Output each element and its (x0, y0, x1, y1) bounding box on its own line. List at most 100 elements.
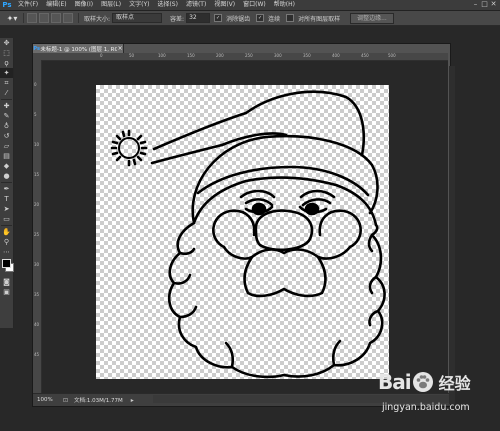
dodge-tool-icon[interactable]: ● (0, 171, 13, 181)
pompom-icon (110, 129, 148, 167)
clone-stamp-tool-icon[interactable]: ♁ (0, 121, 13, 131)
divider (23, 13, 24, 23)
santa-line-drawing (110, 90, 386, 379)
ruler-label: 25 (34, 232, 40, 237)
document-size: 文档:1.03M/1.77M (74, 398, 123, 404)
ruler-label: 450 (361, 53, 369, 58)
vertical-scrollbar[interactable] (449, 66, 455, 404)
refine-edge-button[interactable]: 调整边缘... (350, 12, 394, 24)
ruler-label: 350 (303, 53, 311, 58)
image-canvas[interactable] (96, 85, 389, 379)
watermark-url: jingyan.baidu.com (382, 402, 470, 413)
ruler-label: 150 (187, 53, 195, 58)
tools-panel: ✥ ⬚ ϙ ✦ ⌗ ⁄ ✚ ✎ ♁ ↺ ▱ ▤ ◆ ● ✒ T ➤ ▭ ✋ ⚲ … (0, 38, 14, 328)
document-info-icon[interactable]: ⊡ (63, 397, 70, 404)
menu-edit[interactable]: 编辑(E) (42, 0, 70, 10)
foreground-color-swatch[interactable] (2, 259, 11, 268)
zoom-tool-icon[interactable]: ⚲ (0, 237, 13, 247)
ruler-label: 400 (332, 53, 340, 58)
divider (78, 13, 79, 23)
magic-wand-tool-icon[interactable]: ✦ (0, 68, 13, 78)
ruler-label: 35 (34, 292, 40, 297)
pen-tool-icon[interactable]: ✒ (0, 184, 13, 194)
history-brush-tool-icon[interactable]: ↺ (0, 131, 13, 141)
screen-mode-icon[interactable]: ▣ (0, 287, 13, 297)
menu-type[interactable]: 文字(Y) (125, 0, 153, 10)
ruler-label: 0 (100, 53, 103, 58)
ruler-label: 200 (216, 53, 224, 58)
sample-size-label: 取样大小: (84, 15, 111, 23)
sample-size-select[interactable]: 取样点 (112, 13, 163, 23)
menu-help[interactable]: 帮助(H) (270, 0, 299, 10)
baidu-paw-icon (412, 372, 433, 392)
baidu-logo-text: Bai (378, 370, 412, 394)
minimize-icon[interactable]: – (471, 0, 480, 9)
menu-layer[interactable]: 图层(L) (97, 0, 125, 10)
eraser-tool-icon[interactable]: ▱ (0, 141, 13, 151)
contiguous-label: 连续 (268, 15, 281, 23)
ruler-label: 45 (34, 352, 40, 357)
brush-tool-icon[interactable]: ✎ (0, 111, 13, 121)
blur-tool-icon[interactable]: ◆ (0, 161, 13, 171)
baidu-jingyan-watermark: Bai 经验 jingyan.baidu.com (378, 370, 496, 426)
ruler-label: 250 (245, 53, 253, 58)
lasso-tool-icon[interactable]: ϙ (0, 58, 13, 68)
color-swatches[interactable] (0, 257, 14, 277)
menu-select[interactable]: 选择(S) (153, 0, 182, 10)
document-tab[interactable]: Ps 未标题-1 @ 100% (图层 1, RGB/8) * × (33, 44, 124, 53)
contiguous-checkbox[interactable]: ✓ (256, 14, 265, 22)
document-window: Ps 未标题-1 @ 100% (图层 1, RGB/8) * × 0 50 1… (32, 43, 451, 407)
menu-filter[interactable]: 滤镜(T) (182, 0, 210, 10)
add-selection-icon[interactable] (39, 13, 49, 23)
sample-all-layers-checkbox[interactable] (286, 14, 295, 22)
close-icon[interactable]: ✕ (489, 0, 498, 9)
ruler-label: 40 (34, 322, 40, 327)
menu-image[interactable]: 图像(I) (71, 0, 97, 10)
divider (1, 225, 12, 226)
type-tool-icon[interactable]: T (0, 194, 13, 204)
menu-view[interactable]: 视图(V) (210, 0, 239, 10)
subtract-selection-icon[interactable] (51, 13, 61, 23)
status-menu-arrow-icon[interactable]: ▸ (131, 397, 134, 404)
photoshop-logo: Ps (2, 1, 12, 9)
more-tools-icon[interactable]: ⋯ (0, 247, 13, 257)
menu-window[interactable]: 窗口(W) (239, 0, 270, 10)
tolerance-input[interactable]: 32 (186, 13, 211, 23)
path-selection-tool-icon[interactable]: ➤ (0, 204, 13, 214)
window-controls: – □ ✕ (471, 0, 498, 9)
baidu-logo: Bai 经验 (378, 370, 471, 394)
horizontal-ruler[interactable]: 0 50 100 150 200 250 300 350 400 450 500 (42, 53, 448, 61)
new-selection-icon[interactable] (27, 13, 37, 23)
ruler-label: 500 (388, 53, 396, 58)
quick-mask-icon[interactable]: ◙ (0, 277, 13, 287)
ruler-label: 100 (158, 53, 166, 58)
eyedropper-tool-icon[interactable]: ⁄ (0, 88, 13, 98)
ruler-label: 5 (34, 112, 37, 117)
intersect-selection-icon[interactable] (63, 13, 73, 23)
canvas-area[interactable] (42, 61, 448, 393)
maximize-icon[interactable]: □ (480, 0, 489, 9)
ruler-label: 15 (34, 172, 40, 177)
menu-bar: Ps 文件(F) 编辑(E) 图像(I) 图层(L) 文字(Y) 选择(S) 滤… (0, 0, 500, 11)
jingyan-logo-text: 经验 (438, 374, 471, 393)
antialias-checkbox[interactable]: ✓ (214, 14, 223, 22)
close-tab-icon[interactable]: × (117, 45, 123, 52)
zoom-level[interactable]: 100% (33, 397, 63, 403)
options-bar: ✦▾ 取样大小: 取样点 容差: 32 ✓ 消除锯齿 ✓ 连续 对所有图层取样 … (0, 11, 500, 26)
hand-tool-icon[interactable]: ✋ (0, 227, 13, 237)
menu-file[interactable]: 文件(F) (14, 0, 42, 10)
ps-document-icon: Ps (33, 45, 40, 52)
antialias-label: 消除锯齿 (226, 15, 251, 23)
magic-wand-icon[interactable]: ✦▾ (4, 12, 20, 24)
ruler-label: 20 (34, 202, 40, 207)
crop-tool-icon[interactable]: ⌗ (0, 78, 13, 88)
vertical-ruler[interactable]: 0 5 10 15 20 25 30 35 40 45 (33, 60, 42, 393)
marquee-tool-icon[interactable]: ⬚ (0, 48, 13, 58)
divider (1, 182, 12, 183)
sample-all-layers-label: 对所有图层取样 (298, 15, 341, 23)
gradient-tool-icon[interactable]: ▤ (0, 151, 13, 161)
ruler-label: 10 (34, 142, 40, 147)
healing-brush-tool-icon[interactable]: ✚ (0, 101, 13, 111)
shape-tool-icon[interactable]: ▭ (0, 214, 13, 224)
move-tool-icon[interactable]: ✥ (0, 38, 13, 48)
